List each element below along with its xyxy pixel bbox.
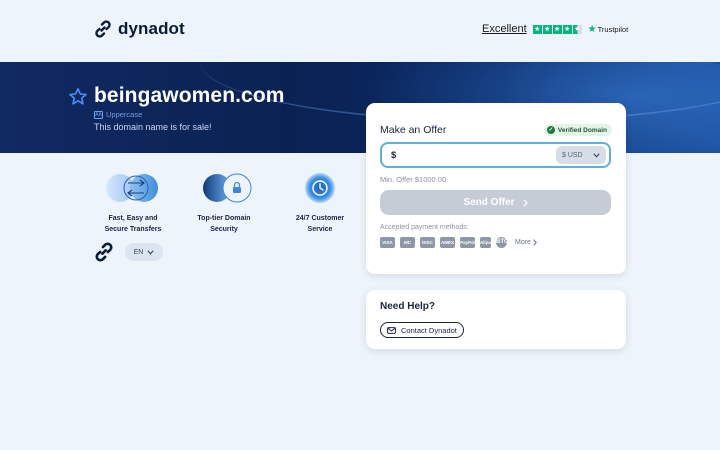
currency-symbol: $ [391, 149, 397, 161]
offer-title: Make an Offer [380, 124, 447, 136]
transfer-icon [98, 172, 168, 204]
chevron-down-icon [147, 249, 154, 255]
verified-label: Verified Domain [557, 126, 607, 134]
chevron-right-icon [522, 198, 528, 207]
favorite-star-icon[interactable] [68, 87, 88, 107]
domain-name: beingawomen.com [94, 84, 285, 107]
feature-caption-line1: Fast, Easy and [108, 215, 158, 222]
envelope-icon [387, 326, 396, 334]
send-offer-button[interactable]: Send Offer [380, 190, 611, 215]
uppercase-label: Uppercase [106, 110, 143, 119]
contact-label: Contact Dynadot [401, 325, 457, 335]
star-icon: ★ [542, 24, 552, 34]
accepted-payments-label: Accepted payment methods: [380, 224, 469, 231]
feature-caption-line1: 24/7 Customer [295, 215, 345, 222]
language-value: EN [133, 248, 144, 256]
trustpilot-star-icon: ★ [587, 23, 597, 35]
language-selector[interactable]: EN [125, 243, 163, 261]
make-offer-card: Make an Offer ✓ Verified Domain $ $ USD … [366, 103, 626, 274]
chain-link-icon [95, 20, 111, 38]
feature-caption-line1: Top-tier Domain [197, 215, 251, 222]
star-icon: ★ [532, 24, 542, 34]
more-payments-link[interactable]: More [515, 239, 537, 246]
mastercard-icon: MC [400, 237, 415, 248]
send-offer-label: Send Offer [463, 197, 515, 208]
feature-caption-line2: Security [210, 225, 238, 233]
star-icon: ★ [552, 24, 562, 34]
min-offer-text: Min. Offer $1000.00 [380, 175, 447, 184]
features-row: Fast, Easy and Secure Transfers Top-tier… [88, 172, 358, 242]
alipay-icon: Alipay [480, 237, 491, 248]
currency-value: $ USD [562, 151, 583, 159]
top-bar: dynadot Excellent ★ ★ ★ ★ ★ ★ Trustpilot [0, 0, 720, 62]
clock-icon [302, 172, 338, 204]
verified-domain-badge: ✓ Verified Domain [543, 124, 612, 136]
discover-icon: DISC [420, 237, 435, 248]
feature-transfers: Fast, Easy and Secure Transfers [88, 172, 178, 235]
logo-text: dynadot [118, 19, 185, 38]
chevron-down-icon [593, 152, 600, 158]
trustpilot-logo: ★ Trustpilot [588, 24, 629, 35]
check-circle-icon: ✓ [546, 126, 555, 134]
visa-icon: VISA [380, 237, 395, 248]
feature-caption-line2: Service [307, 225, 333, 233]
amex-icon: AMEX [440, 237, 455, 248]
feature-security: Top-tier Domain Security [179, 172, 269, 235]
trustpilot-brand-text: Trustpilot [597, 24, 629, 34]
bitcoin-icon: BTC [496, 237, 507, 248]
offer-amount-field: $ $ USD [380, 142, 611, 168]
lock-icon [189, 172, 259, 204]
trustpilot-stars: ★ ★ ★ ★ ★ [532, 24, 582, 34]
trustpilot-rating[interactable]: Excellent [482, 23, 527, 35]
chevron-right-icon [533, 239, 537, 246]
dynadot-logo[interactable]: dynadot [93, 19, 185, 39]
half-star-icon: ★ [572, 24, 582, 34]
star-icon: ★ [562, 24, 572, 34]
feature-caption-line2: Secure Transfers [104, 225, 162, 233]
chain-link-icon [95, 242, 113, 262]
payment-methods: VISA MC DISC AMEX PayPal Alipay BTC More [380, 237, 537, 248]
help-title: Need Help? [380, 301, 436, 312]
for-sale-text: This domain name is for sale! [94, 122, 212, 132]
feature-support: 24/7 Customer Service [275, 172, 365, 235]
uppercase-icon: AA [94, 110, 103, 119]
paypal-icon: PayPal [460, 237, 475, 248]
contact-dynadot-button[interactable]: Contact Dynadot [380, 322, 464, 338]
need-help-card: Need Help? Contact Dynadot [366, 290, 626, 349]
currency-select[interactable]: $ USD [556, 146, 606, 164]
trustpilot-widget[interactable]: Excellent ★ ★ ★ ★ ★ ★ Trustpilot [482, 23, 628, 35]
uppercase-toggle[interactable]: AA Uppercase [94, 110, 142, 119]
more-label: More [515, 239, 531, 246]
